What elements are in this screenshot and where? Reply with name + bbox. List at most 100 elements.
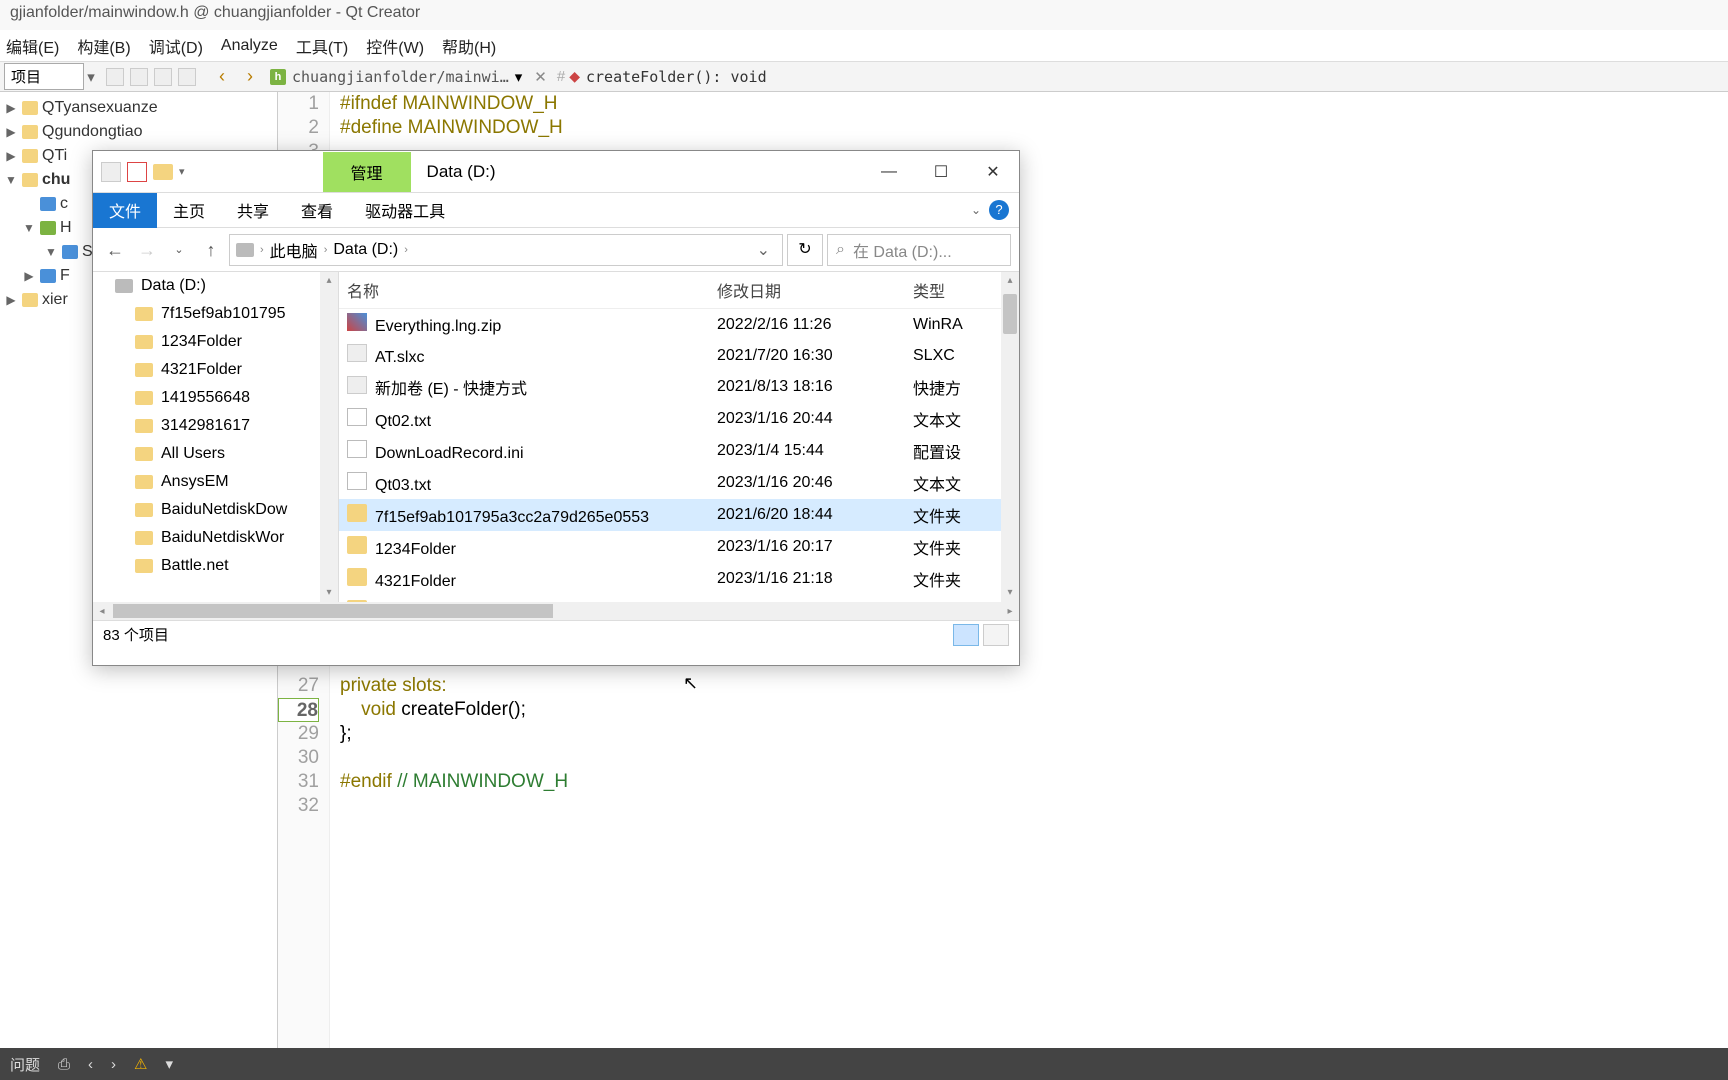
code-line[interactable]: #ifndef MAINWINDOW_H [340, 92, 1728, 116]
code-line[interactable]: void createFolder(); [340, 698, 1728, 722]
project-selector[interactable]: 项目 [4, 63, 84, 90]
nav-tree-item[interactable]: 3142981617 [93, 412, 338, 440]
menu-item[interactable]: 工具(T) [296, 34, 348, 58]
breadcrumb-pc[interactable]: 此电脑 [270, 238, 318, 262]
file-row[interactable]: Qt03.txt2023/1/16 20:46文本文 [339, 467, 1019, 499]
breadcrumb-drive[interactable]: Data (D:) [333, 241, 398, 259]
manage-tab[interactable]: 管理 [323, 152, 411, 192]
menu-item[interactable]: Analyze [221, 37, 278, 55]
filter-icon-bottom[interactable]: ▾ [165, 1055, 173, 1073]
forward-button[interactable]: → [133, 236, 161, 264]
file-row[interactable]: 7f15ef9ab101795a3cc2a79d265e05532021/6/2… [339, 499, 1019, 531]
menu-item[interactable]: 调试(D) [149, 34, 203, 58]
ribbon-tab[interactable]: 共享 [221, 193, 285, 228]
details-view-button[interactable] [953, 624, 979, 646]
refresh-button[interactable]: ↻ [787, 234, 823, 266]
ribbon-collapse-icon[interactable]: ⌄ [971, 203, 981, 217]
problems-tab[interactable]: 问题 [10, 1054, 40, 1075]
file-list[interactable]: ▴ ▾ 名称 修改日期 类型 Everything.lng.zip2022/2/… [339, 272, 1019, 602]
scroll-left-icon[interactable]: ◂ [93, 606, 111, 617]
split-icon[interactable] [154, 68, 172, 86]
close-file-icon[interactable]: ✕ [534, 68, 547, 86]
ribbon-tab[interactable]: 文件 [93, 193, 157, 228]
bottom-nav-back[interactable]: ‹ [88, 1056, 93, 1073]
expand-icon[interactable]: ▶ [22, 269, 36, 283]
breadcrumb-sep[interactable]: › [260, 244, 264, 256]
address-bar[interactable]: › 此电脑 › Data (D:) › ⌄ [229, 234, 783, 266]
ribbon-tab[interactable]: 主页 [157, 193, 221, 228]
nav-tree-item[interactable]: 7f15ef9ab101795 [93, 300, 338, 328]
scroll-down-icon[interactable]: ▾ [1001, 584, 1019, 602]
file-row[interactable]: 4321Folder2023/1/16 21:18文件夹 [339, 563, 1019, 595]
nav-tree-item[interactable]: 1419556648 [93, 384, 338, 412]
address-dropdown-icon[interactable]: ⌄ [751, 240, 776, 260]
expand-icon[interactable]: ▶ [4, 293, 18, 307]
back-button[interactable]: ← [101, 236, 129, 264]
horizontal-scrollbar[interactable]: ◂ ▸ [93, 602, 1019, 620]
search-box[interactable]: ⌕ 在 Data (D:)... [827, 234, 1011, 266]
filter-icon[interactable] [106, 68, 124, 86]
breadcrumb-sep[interactable]: › [324, 244, 328, 256]
side-scrollbar[interactable]: ▴ ▾ [320, 272, 338, 602]
close-pane-icon[interactable] [178, 68, 196, 86]
expand-icon[interactable]: ▼ [22, 221, 36, 235]
ribbon-tab[interactable]: 驱动器工具 [349, 193, 461, 228]
expand-icon[interactable]: ▼ [44, 245, 58, 259]
file-path[interactable]: chuangjianfolder/mainwi… [292, 68, 509, 86]
expand-icon[interactable]: ▶ [4, 101, 18, 115]
menu-item[interactable]: 帮助(H) [442, 34, 496, 58]
bottom-nav-fwd[interactable]: › [111, 1056, 116, 1073]
expand-icon[interactable]: ▼ [4, 173, 18, 187]
function-indicator[interactable]: ◆ createFolder(): void [569, 68, 766, 86]
scroll-thumb-h[interactable] [113, 604, 553, 618]
nav-tree-item[interactable]: Battle.net [93, 552, 338, 580]
scroll-up-icon[interactable]: ▴ [320, 272, 338, 290]
folder-icon[interactable] [153, 164, 173, 180]
column-headers[interactable]: 名称 修改日期 类型 [339, 272, 1019, 309]
code-line[interactable] [340, 794, 1728, 818]
file-row[interactable]: DownLoadRecord.ini2023/1/4 15:44配置设 [339, 435, 1019, 467]
nav-tree-item[interactable]: BaiduNetdiskWor [93, 524, 338, 552]
scroll-down-icon[interactable]: ▾ [320, 584, 338, 602]
ribbon-tab[interactable]: 查看 [285, 193, 349, 228]
project-dropdown-icon[interactable]: ▾ [84, 68, 98, 86]
menu-item[interactable]: 控件(W) [366, 34, 424, 58]
help-icon[interactable]: ? [989, 200, 1009, 220]
file-row[interactable]: 新加卷 (E) - 快捷方式2021/8/13 18:16快捷方 [339, 371, 1019, 403]
scroll-right-icon[interactable]: ▸ [1001, 606, 1019, 617]
file-row[interactable]: Qt02.txt2023/1/16 20:44文本文 [339, 403, 1019, 435]
code-line[interactable]: private slots: [340, 674, 1728, 698]
code-line[interactable]: #define MAINWINDOW_H [340, 116, 1728, 140]
nav-tree-item[interactable]: AnsysEM [93, 468, 338, 496]
file-row[interactable]: AT.slxc2021/7/20 16:30SLXC [339, 340, 1019, 371]
qat-dropdown-icon[interactable]: ▾ [179, 165, 185, 178]
warning-icon[interactable]: ⚠ [134, 1055, 147, 1073]
file-dropdown-icon[interactable]: ▾ [515, 68, 523, 86]
code-line[interactable]: #endif // MAINWINDOW_H [340, 770, 1728, 794]
files-scrollbar[interactable]: ▴ ▾ [1001, 272, 1019, 602]
col-date[interactable]: 修改日期 [717, 278, 913, 302]
file-row[interactable]: 14195566482022/1/2 14:28文件夹 [339, 595, 1019, 602]
bottom-icon-1[interactable]: ⎙ [58, 1056, 70, 1073]
code-line[interactable]: }; [340, 722, 1728, 746]
file-row[interactable]: 1234Folder2023/1/16 20:17文件夹 [339, 531, 1019, 563]
menu-item[interactable]: 编辑(E) [6, 34, 59, 58]
nav-fwd-icon[interactable]: › [238, 65, 262, 89]
recent-dropdown-icon[interactable]: ⌄ [165, 236, 193, 264]
maximize-button[interactable]: ☐ [915, 151, 967, 193]
scroll-up-icon[interactable]: ▴ [1001, 272, 1019, 290]
minimize-button[interactable]: — [863, 151, 915, 193]
close-button[interactable]: ✕ [967, 151, 1019, 193]
icons-view-button[interactable] [983, 624, 1009, 646]
menu-item[interactable]: 构建(B) [77, 34, 130, 58]
explorer-titlebar[interactable]: ▾ 管理 Data (D:) — ☐ ✕ [93, 151, 1019, 193]
nav-tree-item[interactable]: 1234Folder [93, 328, 338, 356]
col-type[interactable]: 类型 [913, 278, 1011, 302]
drive-icon[interactable] [101, 162, 121, 182]
file-row[interactable]: Everything.lng.zip2022/2/16 11:26WinRA [339, 309, 1019, 340]
tree-item[interactable]: ▶Qgundongtiao [0, 120, 277, 144]
breadcrumb-sep[interactable]: › [404, 244, 408, 256]
up-button[interactable]: ↑ [197, 236, 225, 264]
expand-icon[interactable]: ▶ [4, 125, 18, 139]
checkmark-icon[interactable] [127, 162, 147, 182]
